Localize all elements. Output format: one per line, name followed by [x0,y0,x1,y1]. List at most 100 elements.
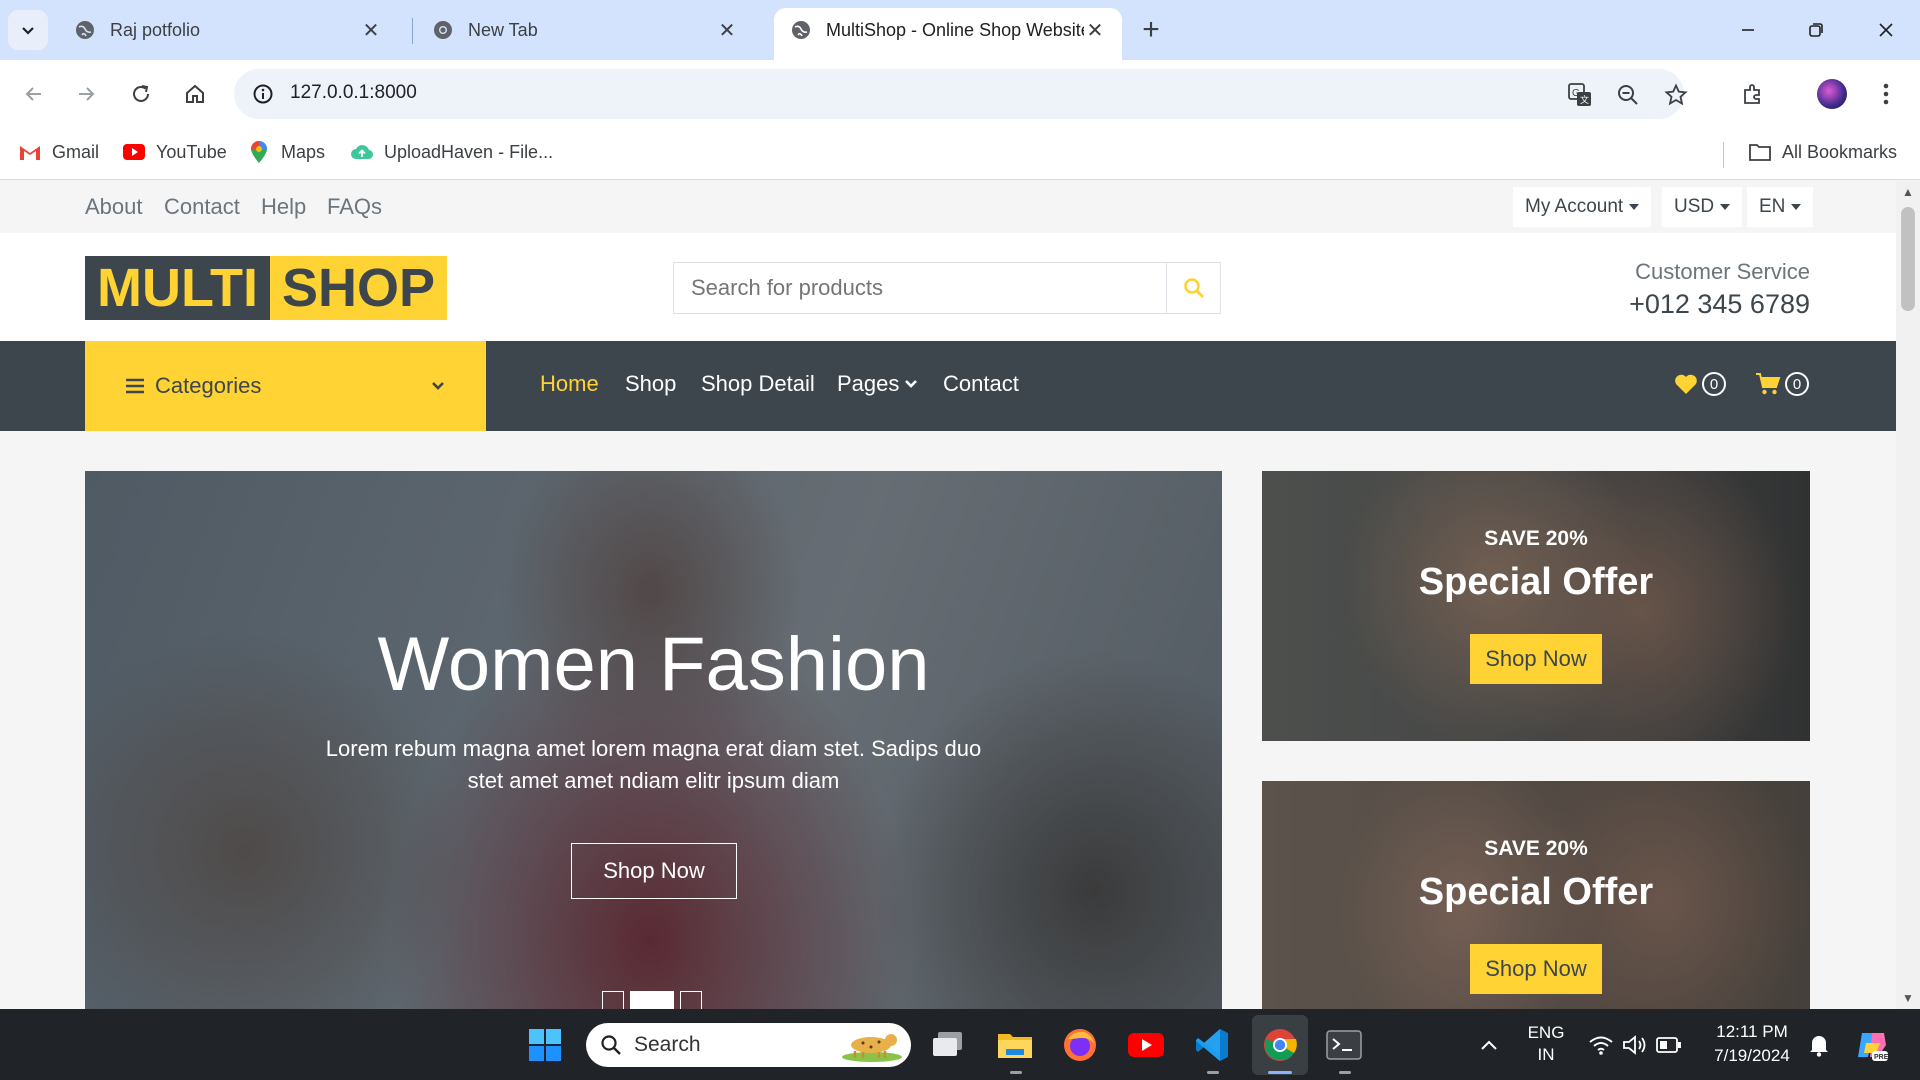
copilot-button[interactable]: PRE [1850,1023,1894,1067]
language-dropdown[interactable]: EN [1747,187,1814,227]
minimize-button[interactable] [1728,10,1768,50]
youtube-app-button[interactable] [1124,1023,1168,1067]
close-window-button[interactable] [1866,10,1906,50]
hero-shop-now-button[interactable]: Shop Now [571,843,737,899]
carousel-indicator-2[interactable] [630,991,674,1009]
url-text[interactable]: 127.0.0.1:8000 [290,82,417,104]
chrome-taskbar-button[interactable] [1258,1023,1302,1067]
bookmark-uploadhaven[interactable]: UploadHaven - File... [350,140,553,164]
search-button[interactable] [1166,263,1220,313]
tab-search-button[interactable] [8,10,48,50]
language-indicator[interactable]: ENG IN [1524,1022,1568,1066]
carousel-indicator-1[interactable] [602,991,624,1009]
bookmarks-separator [1723,142,1724,168]
address-bar[interactable]: 127.0.0.1:8000 G文 [234,69,1688,119]
svg-text:G: G [1572,88,1580,99]
nav-link-home[interactable]: Home [540,371,599,397]
bookmark-gmail[interactable]: Gmail [18,140,99,164]
tab-multishop[interactable]: MultiShop - Online Shop Website Template… [774,8,1122,60]
hero-carousel[interactable]: Women Fashion Lorem rebum magna amet lor… [85,471,1222,1009]
browser-menu-button[interactable] [1866,74,1906,114]
topbar-link-help[interactable]: Help [261,194,306,220]
battery-icon [1656,1037,1681,1053]
site-logo[interactable]: MULTI SHOP [85,256,447,320]
tab-title: MultiShop - Online Shop Website Template [826,19,1084,40]
new-tab-button[interactable]: + [1133,12,1169,48]
close-tab-icon[interactable]: ✕ [716,18,738,43]
search-input[interactable] [674,263,1164,313]
scroll-up-arrow-icon[interactable]: ▲ [1902,185,1914,199]
carousel-indicator-3[interactable] [680,991,702,1009]
file-explorer-button[interactable] [993,1023,1037,1067]
nav-link-shop-detail[interactable]: Shop Detail [701,371,815,397]
reload-button[interactable] [121,74,161,114]
heart-icon [1675,374,1697,394]
all-bookmarks-label: All Bookmarks [1782,141,1898,162]
currency-dropdown[interactable]: USD [1662,187,1743,227]
chevron-down-icon [22,27,34,35]
browser-toolbar: 127.0.0.1:8000 G文 [0,60,1920,128]
topbar-link-contact[interactable]: Contact [164,194,240,220]
nav-link-pages[interactable]: Pages [837,371,918,397]
cheetah-search-highlight-icon [842,1034,902,1062]
back-button[interactable] [14,74,54,114]
forward-button[interactable] [66,74,106,114]
tab-new-tab[interactable]: New Tab ✕ [416,8,754,52]
extensions-button[interactable] [1733,74,1773,114]
task-view-button[interactable] [926,1023,970,1067]
offer-title: Special Offer [1418,561,1654,603]
offer-caption: SAVE 20% Special Offer Shop Now [1262,781,1810,1009]
home-button[interactable] [175,74,215,114]
offer-shop-now-button[interactable]: Shop Now [1470,634,1602,684]
translate-button[interactable]: G文 [1564,79,1596,111]
customer-service-label: Customer Service [1635,259,1810,284]
clock[interactable]: 12:11 PM 7/19/2024 [1702,1020,1802,1068]
main-navbar: Categories Home Shop Shop Detail Pages C… [0,341,1896,431]
close-tab-icon[interactable]: ✕ [360,18,382,43]
close-tab-icon[interactable]: ✕ [1084,18,1106,43]
wishlist-button[interactable]: 0 [1674,372,1726,396]
offer-save-label: SAVE 20% [1484,837,1588,860]
youtube-icon [1128,1033,1164,1057]
bookmark-label: Maps [281,141,326,162]
nav-link-shop[interactable]: Shop [625,371,676,397]
cart-button[interactable]: 0 [1755,372,1809,396]
minimize-icon [1742,29,1754,31]
restore-button[interactable] [1796,10,1836,50]
site-info-button[interactable] [248,79,278,109]
my-account-dropdown[interactable]: My Account [1513,187,1652,227]
reload-icon [133,85,149,102]
show-hidden-icons-button[interactable] [1467,1023,1511,1067]
scrollbar-thumb[interactable] [1901,207,1915,311]
active-indicator [1268,1071,1292,1074]
avatar [1817,79,1847,109]
offer-shop-now-button[interactable]: Shop Now [1470,944,1602,994]
vscode-button[interactable] [1190,1023,1234,1067]
profile-button[interactable] [1812,74,1852,114]
all-bookmarks-button[interactable]: All Bookmarks [1748,140,1897,164]
terminal-button[interactable] [1322,1023,1366,1067]
search-icon [1183,278,1204,299]
notifications-button[interactable] [1797,1023,1841,1067]
bookmark-maps[interactable]: Maps [247,140,325,164]
my-account-label: My Account [1525,196,1624,217]
star-icon [1664,83,1688,106]
start-button[interactable] [523,1023,567,1067]
topbar-link-about[interactable]: About [85,194,143,220]
topbar-link-faqs[interactable]: FAQs [327,194,382,220]
scroll-down-arrow-icon[interactable]: ▼ [1902,991,1914,1005]
bookmark-youtube[interactable]: YouTube [122,140,227,164]
zoom-button[interactable] [1612,79,1644,111]
cart-count: 0 [1785,372,1809,396]
nav-link-contact[interactable]: Contact [943,371,1019,397]
taskbar-search[interactable]: Search [586,1023,911,1067]
tab-raj-portfolio[interactable]: Raj potfolio ✕ [58,8,398,52]
puzzle-icon [1744,84,1760,104]
categories-toggle[interactable]: Categories [85,341,486,431]
bookmark-star-button[interactable] [1660,79,1692,111]
shopping-cart-icon [1756,373,1781,395]
firefox-button[interactable] [1058,1023,1102,1067]
page-scrollbar[interactable]: ▲ ▼ [1896,181,1920,1009]
chrome-icon [1264,1029,1297,1061]
quick-settings-button[interactable] [1580,1023,1690,1067]
